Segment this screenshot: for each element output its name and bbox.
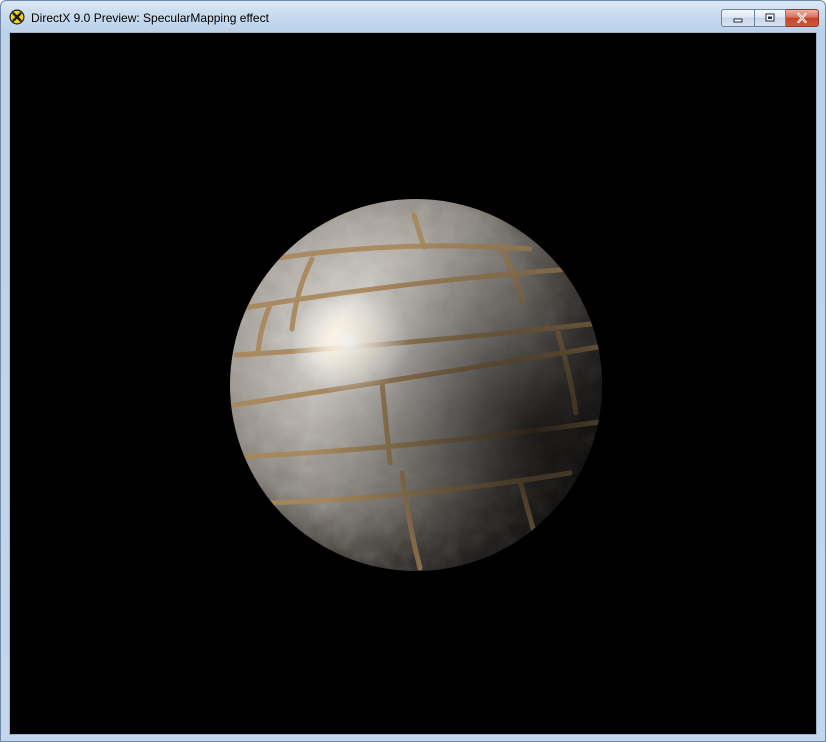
app-window: DirectX 9.0 Preview: SpecularMapping eff… <box>0 0 826 742</box>
window-title: DirectX 9.0 Preview: SpecularMapping eff… <box>31 11 269 25</box>
close-icon <box>797 12 807 24</box>
minimize-icon <box>733 18 743 23</box>
render-viewport[interactable] <box>9 32 817 735</box>
close-button[interactable] <box>786 9 819 27</box>
title-bar[interactable]: DirectX 9.0 Preview: SpecularMapping eff… <box>1 1 825 32</box>
maximize-button[interactable] <box>754 9 786 27</box>
scene-canvas <box>230 199 602 571</box>
textured-sphere <box>230 199 602 571</box>
caption-buttons <box>721 9 819 27</box>
minimize-button[interactable] <box>721 9 754 27</box>
directx-icon <box>9 9 25 25</box>
maximize-icon <box>765 13 775 22</box>
